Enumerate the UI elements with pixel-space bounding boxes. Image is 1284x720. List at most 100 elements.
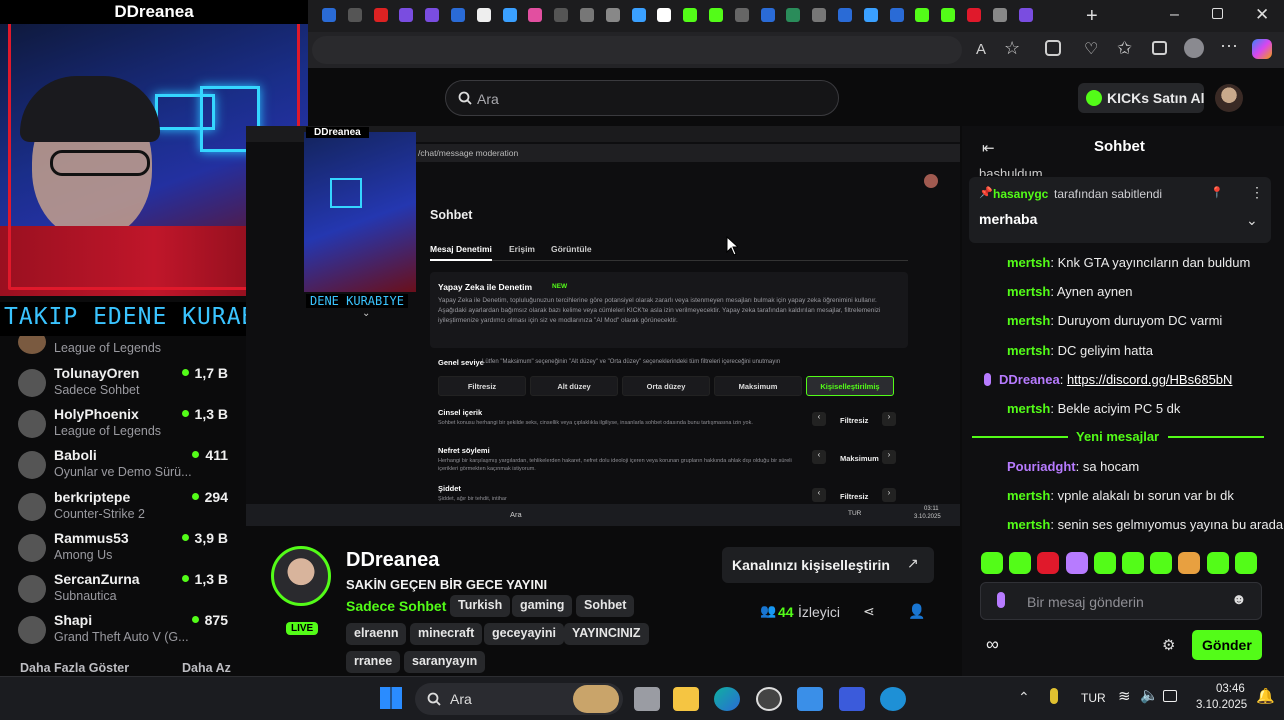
volume-icon[interactable]: 🔈 [1140,686,1159,704]
chat-username[interactable]: mertsh [1007,255,1050,270]
browser-tab-icon[interactable] [373,8,388,22]
sidebar-channel[interactable]: Baboli Oyunlar ve Demo Sürü... 411 [18,447,236,487]
video-player[interactable]: /chat/message moderation DDreanea DENE K… [246,126,960,526]
kicks-infinity-icon[interactable]: ∞ [986,634,999,655]
browser-tab-icon[interactable] [1018,8,1033,22]
search-input[interactable]: Ara [445,80,839,116]
sidebar-channel[interactable]: SercanZurna Subnautica 1,3 B [18,571,236,611]
sidebar-channel[interactable]: HolyPhoenix League of Legends 1,3 B [18,406,236,446]
browser-tab-icon[interactable] [528,8,543,22]
browser-tab-icon[interactable] [631,8,646,22]
emote-icon[interactable] [1150,552,1173,574]
unpin-icon[interactable]: 📍 [1210,186,1224,199]
chat-message[interactable]: mertsh: Bekle aciyim PC 5 dk [1007,401,1180,416]
browser-essentials-icon[interactable]: ♡ [1084,39,1098,59]
send-button[interactable]: Gönder [1192,630,1262,660]
emote-icon[interactable] [1009,552,1032,574]
follow-icon[interactable]: 👤 [908,603,925,620]
new-tab-icon[interactable]: + [1086,5,1098,28]
emote-icon[interactable] [981,552,1003,574]
chat-message[interactable]: mertsh: Knk GTA yayıncıların dan buldum [1007,255,1250,270]
browser-tab-icon[interactable] [812,8,827,22]
profile-avatar[interactable] [1184,38,1204,58]
emote-icon[interactable] [1206,552,1229,574]
extensions-icon[interactable] [1045,40,1061,56]
emote-icon[interactable] [1093,552,1116,574]
browser-tab-icon[interactable] [734,8,749,22]
read-aloud-icon[interactable]: A [976,41,986,58]
emoji-icon[interactable]: ☻ [1231,591,1247,608]
chat-message[interactable]: Pouriadght: sa hocam [1007,459,1139,474]
browser-tab-icon[interactable] [941,8,956,22]
chat-username[interactable]: mertsh [1007,488,1050,503]
browser-tab-icon[interactable] [347,8,362,22]
browser-tab-icon[interactable] [709,8,723,22]
browser-tab-icon[interactable] [425,8,440,22]
emote-icon[interactable] [1122,552,1144,574]
chat-message[interactable]: mertsh: Duruyom duruyom DC varmi [1007,313,1222,328]
user-avatar[interactable] [1215,84,1243,112]
browser-tab-icon[interactable] [786,8,801,22]
edge-dev-icon[interactable] [880,687,906,711]
edge-icon[interactable] [714,687,740,711]
copilot-icon[interactable] [1252,39,1272,59]
task-view-icon[interactable] [634,687,660,711]
chat-message[interactable]: mertsh: vpnle alakalı bı sorun var bı dk [1007,488,1234,503]
close-window-icon[interactable]: ✕ [1255,5,1269,25]
chat-message[interactable]: mertsh: senin ses gelmıyomus yayına bu a… [1007,517,1283,532]
minimize-icon[interactable]: – [1170,6,1179,24]
stream-tag[interactable]: YAYINCINIZ [564,623,649,645]
browser-tab-icon[interactable] [760,8,775,22]
microphone-icon[interactable] [1050,688,1058,704]
emote-icon[interactable] [1234,552,1257,574]
stream-tag[interactable]: Turkish [450,595,511,617]
emote-icon[interactable] [1065,552,1088,574]
share-icon[interactable]: ⋖ [863,603,875,620]
notification-bell-icon[interactable]: 🔔 [1256,687,1275,705]
browser-tab-icon[interactable] [451,8,465,22]
browser-tab-icon[interactable] [502,8,517,22]
taskbar-search[interactable]: Ara [415,683,623,715]
discord-icon[interactable] [839,687,865,711]
clock-date[interactable]: 3.10.2025 [1196,699,1247,711]
browser-tab-icon[interactable] [683,8,698,22]
favorite-star-icon[interactable]: ☆ [1004,38,1020,59]
stream-tag[interactable]: elraenn [346,623,407,645]
favorites-icon[interactable]: ✩ [1117,38,1132,59]
chat-username[interactable]: mertsh [1007,313,1050,328]
chat-settings-icon[interactable]: ⚙ [1162,636,1175,654]
stream-tag[interactable]: Sohbet [576,595,635,617]
browser-tab-icon[interactable] [967,8,981,22]
stream-tag[interactable]: rranee [346,651,401,673]
browser-tab-icon[interactable] [580,8,594,22]
language-indicator[interactable]: TUR [1081,691,1106,705]
address-field[interactable] [312,36,962,64]
browser-tab-icon[interactable] [322,8,336,22]
chat-username[interactable]: DDreanea [999,372,1060,387]
stream-tag[interactable]: gaming [512,595,573,617]
browser-tab-icon[interactable] [838,8,852,22]
more-menu-icon[interactable]: ⋯ [1220,36,1238,57]
customize-channel-button[interactable]: Kanalınızı kişiselleştirin ↗ [722,547,934,583]
expand-pinned-icon[interactable]: ⌄ [1246,212,1258,229]
channel-avatar[interactable] [271,546,331,606]
chat-message[interactable]: mertsh: DC geliyim hatta [1007,343,1153,358]
chat-input[interactable]: Bir mesaj gönderin ☻ [980,582,1262,620]
show-more-link[interactable]: Daha Fazla Göster [20,661,129,675]
buy-kicks-button[interactable]: KICKs Satın Al [1078,83,1205,113]
photos-icon[interactable] [797,687,823,711]
collapse-chat-icon[interactable]: ⇤ [982,139,995,157]
clock-time[interactable]: 03:46 [1216,683,1245,695]
browser-tab-icon[interactable] [992,8,1007,22]
start-icon[interactable] [380,687,402,709]
file-explorer-icon[interactable] [673,687,699,711]
sidebar-channel[interactable]: TolunayOren Sadece Sohbet 1,7 B [18,365,236,405]
browser-tab-icon[interactable] [605,8,620,22]
stream-tag[interactable]: saranyayın [404,651,486,673]
chat-username[interactable]: mertsh [1007,343,1050,358]
chat-message[interactable]: mertsh: Aynen aynen [1007,284,1133,299]
chat-message[interactable]: DDreanea: https://discord.gg/HBs685bN [984,372,1232,387]
channel-name[interactable]: DDreanea [346,549,439,572]
battery-icon[interactable] [1163,690,1177,702]
wifi-icon[interactable]: ≋ [1118,687,1131,705]
